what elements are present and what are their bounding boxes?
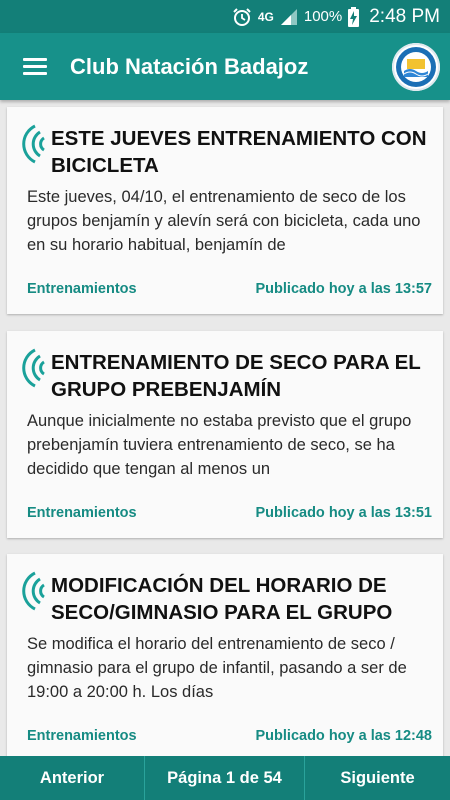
previous-page-button[interactable]: Anterior (0, 756, 145, 800)
news-published: Publicado hoy a las 13:57 (255, 281, 433, 297)
next-page-button[interactable]: Siguiente (305, 756, 450, 800)
network-type: 4G (257, 9, 274, 24)
hamburger-menu-icon[interactable] (0, 33, 70, 100)
club-logo-icon[interactable] (392, 42, 440, 91)
alarm-icon (232, 7, 252, 27)
broadcast-icon (20, 346, 54, 390)
news-card[interactable]: ESTE JUEVES ENTRENAMIENTO CON BICICLETA … (7, 107, 443, 314)
signal-icon (280, 8, 298, 26)
app-title: Club Natación Badajoz (70, 53, 309, 79)
app-bar: Club Natación Badajoz (0, 33, 450, 100)
news-feed[interactable]: ESTE JUEVES ENTRENAMIENTO CON BICICLETA … (0, 100, 450, 756)
news-category[interactable]: Entrenamientos (27, 728, 137, 744)
news-title[interactable]: ENTRENAMIENTO DE SECO PARA EL GRUPO PREB… (51, 349, 436, 403)
broadcast-icon (20, 122, 54, 166)
news-summary: Aunque inicialmente no estaba previsto q… (27, 412, 412, 478)
news-category[interactable]: Entrenamientos (27, 281, 137, 297)
news-title[interactable]: MODIFICACIÓN DEL HORARIO DE SECO/GIMNASI… (51, 572, 436, 626)
battery-percent: 100% (303, 8, 343, 25)
news-published: Publicado hoy a las 12:48 (255, 728, 433, 744)
news-published: Publicado hoy a las 13:51 (255, 505, 433, 521)
broadcast-icon (20, 569, 54, 613)
news-summary: Se modifica el horario del entrenamiento… (27, 635, 407, 701)
status-bar: 4G 100% 2:48 PM (0, 0, 450, 33)
news-title[interactable]: ESTE JUEVES ENTRENAMIENTO CON BICICLETA (51, 125, 436, 179)
news-summary: Este jueves, 04/10, el entrenamiento de … (27, 188, 421, 254)
clock: 2:48 PM (369, 5, 440, 27)
news-card[interactable]: MODIFICACIÓN DEL HORARIO DE SECO/GIMNASI… (7, 554, 443, 756)
battery-charging-icon (348, 6, 360, 27)
news-category[interactable]: Entrenamientos (27, 505, 137, 521)
pagination-bar: Anterior Página 1 de 54 Siguiente (0, 756, 450, 800)
news-card[interactable]: ENTRENAMIENTO DE SECO PARA EL GRUPO PREB… (7, 331, 443, 538)
page-indicator: Página 1 de 54 (145, 756, 305, 800)
